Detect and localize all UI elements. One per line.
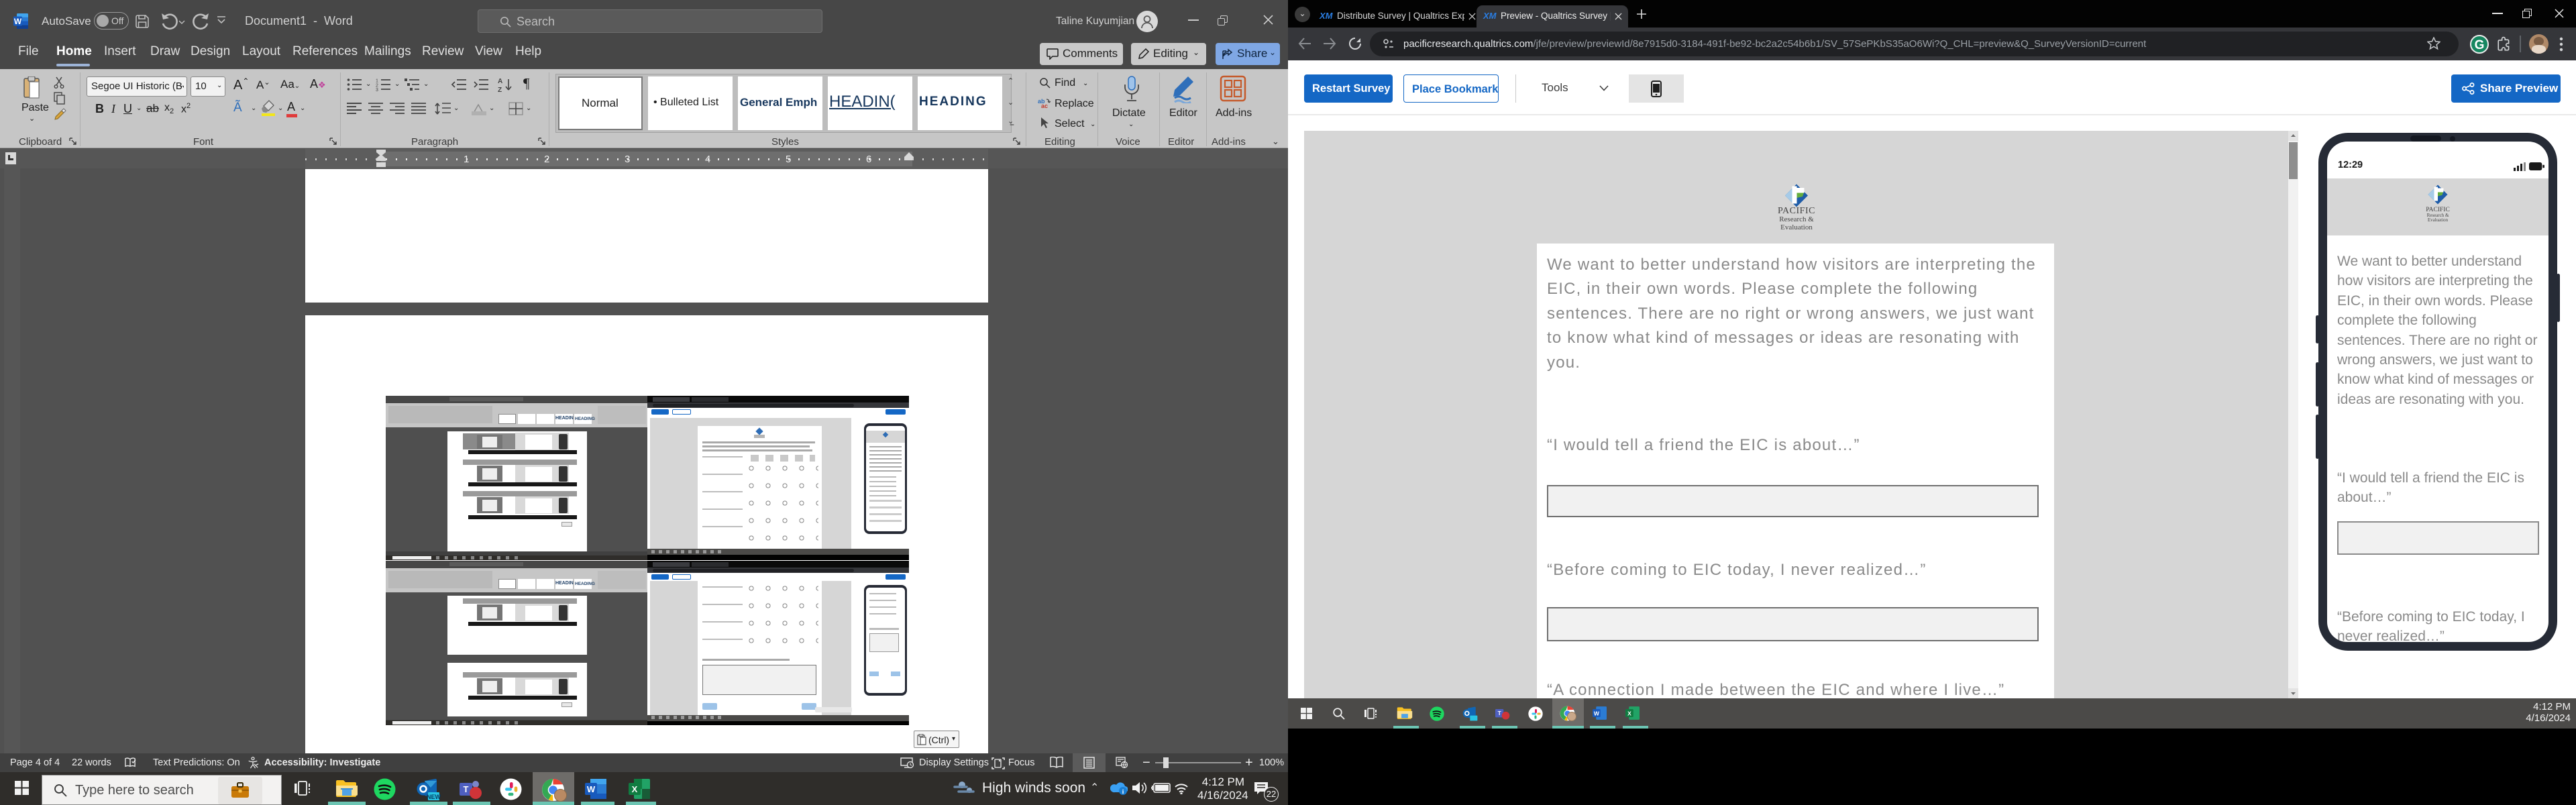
svg-text:T: T — [464, 784, 469, 794]
svg-text:ac: ac — [1041, 103, 1048, 109]
svg-text:A: A — [498, 78, 502, 85]
svg-text:X: X — [1627, 710, 1631, 716]
svg-text:NEW: NEW — [427, 794, 441, 800]
svg-text:Z: Z — [498, 87, 502, 93]
svg-text:1: 1 — [376, 79, 378, 84]
svg-text:X: X — [632, 784, 638, 794]
svg-text:Research &: Research & — [1779, 215, 1814, 223]
svg-text:PACIFIC: PACIFIC — [1778, 206, 1815, 216]
svg-text:W: W — [14, 17, 22, 26]
svg-text:T: T — [1498, 710, 1502, 716]
svg-text:Evaluation: Evaluation — [1780, 223, 1813, 231]
svg-text:3: 3 — [376, 88, 378, 91]
svg-text:W: W — [1594, 710, 1600, 716]
svg-text:Evaluation: Evaluation — [2428, 217, 2449, 223]
svg-text:W: W — [587, 784, 596, 794]
